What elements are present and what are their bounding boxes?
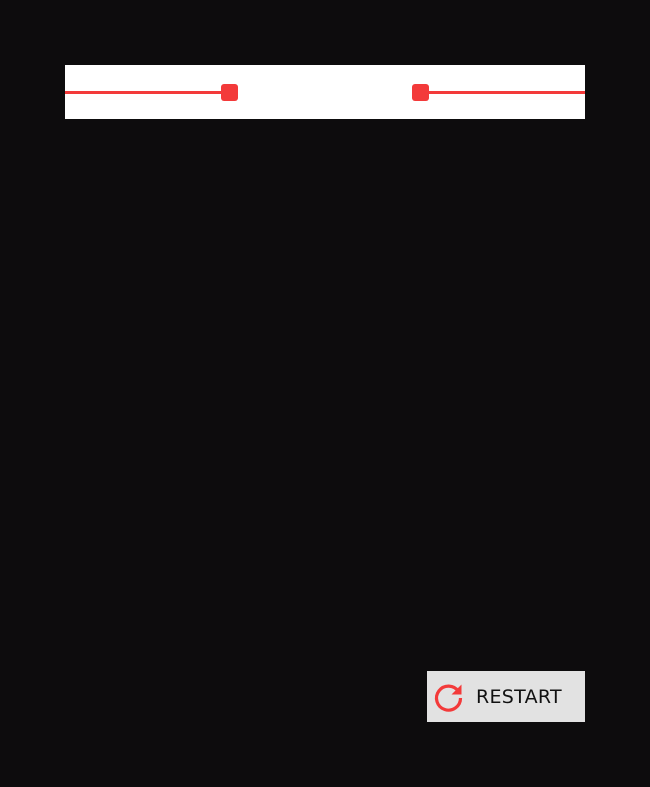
range-slider[interactable]: [65, 65, 585, 119]
restart-button[interactable]: RESTART: [427, 671, 585, 722]
refresh-icon: [432, 680, 466, 714]
game-stage: RESTART: [0, 0, 650, 787]
range-track-left: [65, 91, 230, 94]
restart-label: RESTART: [476, 685, 562, 708]
range-max-handle[interactable]: [412, 84, 429, 101]
range-min-handle[interactable]: [221, 84, 238, 101]
range-track-right: [420, 91, 585, 94]
